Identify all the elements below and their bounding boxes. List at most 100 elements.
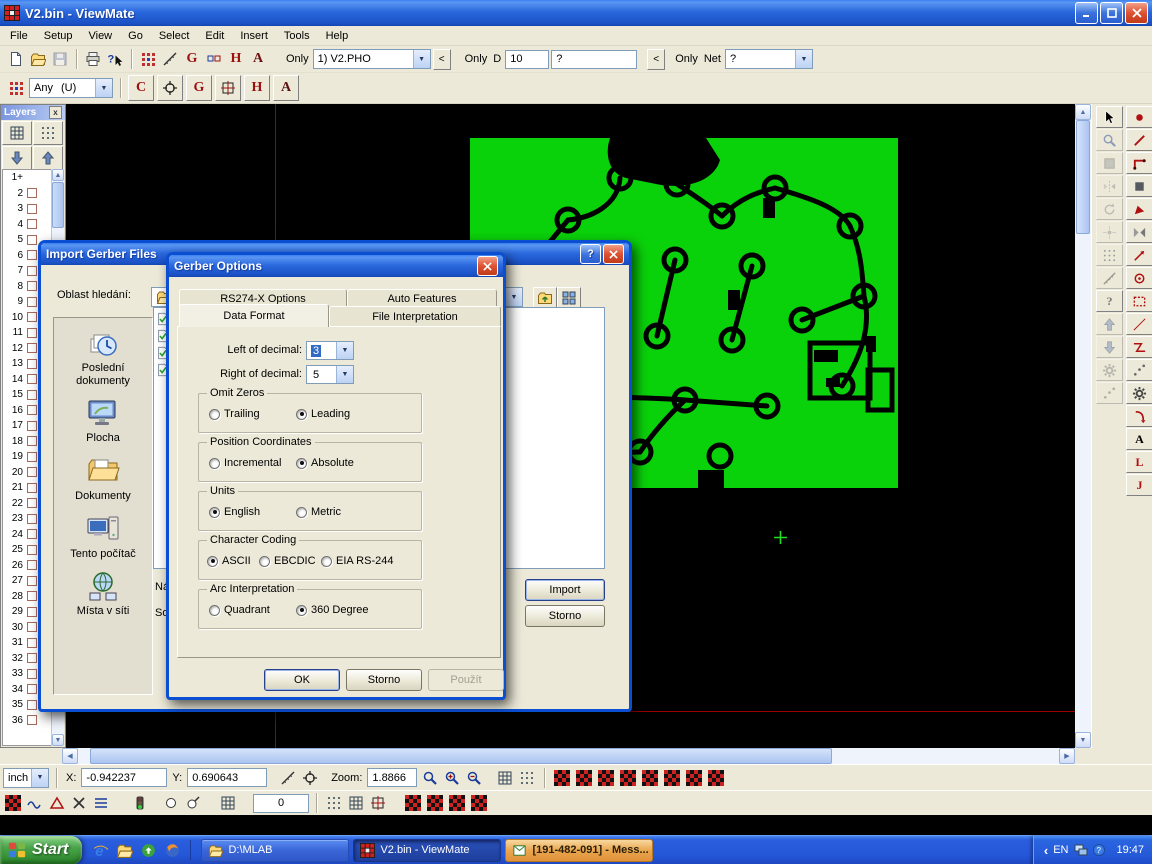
layer-color-swatch[interactable] xyxy=(27,343,37,353)
dcode-dots-icon[interactable] xyxy=(138,49,158,69)
layer-color-swatch[interactable] xyxy=(27,281,37,291)
scroll-right-icon[interactable]: ▶ xyxy=(1059,748,1075,764)
draw-arc-icon[interactable] xyxy=(1126,405,1152,427)
apply-button[interactable]: Použít xyxy=(428,669,504,691)
tab-data-format[interactable]: Data Format xyxy=(179,304,329,327)
close-button[interactable] xyxy=(1125,2,1148,24)
tab-auto-features[interactable]: Auto Features xyxy=(347,289,497,307)
radio-metric[interactable]: Metric xyxy=(296,506,341,518)
draw-triangle-icon[interactable] xyxy=(1126,198,1152,220)
layer-pattern-icon[interactable] xyxy=(596,768,616,788)
only-d-label[interactable]: Only xyxy=(465,53,488,65)
green-quicklaunch-icon[interactable] xyxy=(138,840,158,860)
zoom-window-icon[interactable] xyxy=(1096,129,1123,151)
layer-color-swatch[interactable] xyxy=(27,297,37,307)
layer-pattern-icon[interactable] xyxy=(3,793,23,813)
layer-color-swatch[interactable] xyxy=(27,405,37,415)
ok-button[interactable]: OK xyxy=(264,669,340,691)
layer-row[interactable]: 2 xyxy=(3,186,52,202)
chevron-down-icon[interactable]: ▼ xyxy=(336,366,353,383)
layer-row[interactable]: 4 xyxy=(3,217,52,233)
layer-color-swatch[interactable] xyxy=(27,390,37,400)
network-tray-icon[interactable] xyxy=(1073,842,1089,858)
grid-icon[interactable] xyxy=(1096,244,1123,266)
task-191-482-091-mess[interactable]: [191-482-091] - Mess... xyxy=(505,839,653,862)
layer-pattern-icon[interactable] xyxy=(706,768,726,788)
layer-color-swatch[interactable] xyxy=(27,204,37,214)
menu-file[interactable]: File xyxy=(2,28,36,44)
highlight-h-icon[interactable]: H xyxy=(226,49,246,69)
triangle-icon[interactable] xyxy=(47,793,67,813)
close-button[interactable] xyxy=(603,244,624,264)
target-box-icon[interactable] xyxy=(368,793,388,813)
zoom-field[interactable]: 1.8866 xyxy=(367,768,417,787)
layer-pattern-icon[interactable] xyxy=(403,793,423,813)
layer-color-swatch[interactable] xyxy=(27,421,37,431)
menu-select[interactable]: Select xyxy=(151,28,198,44)
layer-grid-icon[interactable] xyxy=(33,121,63,145)
scroll-up-icon[interactable]: ▲ xyxy=(52,169,64,181)
layer-list-icon[interactable] xyxy=(2,121,32,145)
menu-setup[interactable]: Setup xyxy=(36,28,81,44)
aperture-a-icon[interactable]: A xyxy=(273,75,299,101)
radio-eia-rs-244[interactable]: EIA RS-244 xyxy=(321,555,393,567)
radio-trailing[interactable]: Trailing xyxy=(209,408,260,420)
pad-pair-icon[interactable] xyxy=(204,49,224,69)
new-file-icon[interactable] xyxy=(6,49,26,69)
origin-target-icon[interactable] xyxy=(300,768,320,788)
menu-go[interactable]: Go xyxy=(120,28,151,44)
grid-dots-icon[interactable] xyxy=(324,793,344,813)
zoom-out-icon[interactable] xyxy=(464,768,484,788)
group-g-icon[interactable]: G xyxy=(186,75,212,101)
radio-ebcdic[interactable]: EBCDIC xyxy=(259,555,316,567)
grid-dots-icon[interactable] xyxy=(6,78,26,98)
scroll-thumb[interactable] xyxy=(90,748,832,764)
open-file-icon[interactable] xyxy=(28,49,48,69)
draw-polyline-icon[interactable] xyxy=(1126,152,1152,174)
query-icon[interactable]: ? xyxy=(1096,290,1123,312)
draw-line-icon[interactable] xyxy=(1126,129,1152,151)
scroll-left-icon[interactable]: ◀ xyxy=(62,748,78,764)
layer-color-swatch[interactable] xyxy=(27,219,37,229)
layer-color-swatch[interactable] xyxy=(27,328,37,338)
close-icon[interactable]: x xyxy=(49,106,62,119)
layer-pattern-icon[interactable] xyxy=(425,793,445,813)
rotation-field[interactable]: 0 xyxy=(253,794,309,813)
gerber-options-titlebar[interactable]: Gerber Options xyxy=(169,255,503,277)
ie-quicklaunch-icon[interactable]: e xyxy=(90,840,110,860)
plated-hole-icon[interactable] xyxy=(183,793,203,813)
radio-absolute[interactable]: Absolute xyxy=(296,457,354,469)
place-network[interactable]: Místa v síti xyxy=(57,569,149,618)
measure-icon[interactable] xyxy=(1096,267,1123,289)
ball-tray-icon[interactable]: ? xyxy=(1091,842,1107,858)
draw-rectangle-icon[interactable] xyxy=(1126,175,1152,197)
layer-color-swatch[interactable] xyxy=(27,374,37,384)
wave-icon[interactable] xyxy=(25,793,45,813)
scroll-up-icon[interactable]: ▲ xyxy=(1075,104,1091,120)
layer-color-swatch[interactable] xyxy=(27,622,37,632)
layer-color-swatch[interactable] xyxy=(27,560,37,570)
menu-edit[interactable]: Edit xyxy=(197,28,232,44)
chevron-down-icon[interactable]: ▼ xyxy=(31,769,48,787)
task-d-mlab[interactable]: D:\MLAB xyxy=(201,839,349,862)
radio-ascii[interactable]: ASCII xyxy=(207,555,251,567)
grid-toggle-icon[interactable] xyxy=(495,768,515,788)
layer-color-swatch[interactable] xyxy=(27,591,37,601)
layer-select[interactable]: 1) V2.PHO ▼ xyxy=(313,49,431,69)
highlight-h-icon[interactable]: H xyxy=(244,75,270,101)
layer-pattern-icon[interactable] xyxy=(574,768,594,788)
measure-ruler-icon[interactable] xyxy=(160,49,180,69)
layer-pattern-icon[interactable] xyxy=(618,768,638,788)
zoom-in-icon[interactable] xyxy=(442,768,462,788)
chevron-down-icon[interactable]: ▼ xyxy=(95,79,112,97)
only-net-label[interactable]: Only xyxy=(675,53,698,65)
collapse-tray-icon[interactable]: ‹ xyxy=(1044,844,1048,857)
layers-panel-titlebar[interactable]: Layers x xyxy=(1,105,65,120)
only-layer-label[interactable]: Only xyxy=(286,53,309,65)
close-button[interactable] xyxy=(477,256,498,276)
layer-row-active[interactable]: 1+ xyxy=(3,170,52,186)
draw-circle-icon[interactable] xyxy=(1126,267,1152,289)
draw-thin-line-icon[interactable] xyxy=(1126,313,1152,335)
layer-color-swatch[interactable] xyxy=(27,669,37,679)
place-desktop[interactable]: Plocha xyxy=(57,396,149,445)
